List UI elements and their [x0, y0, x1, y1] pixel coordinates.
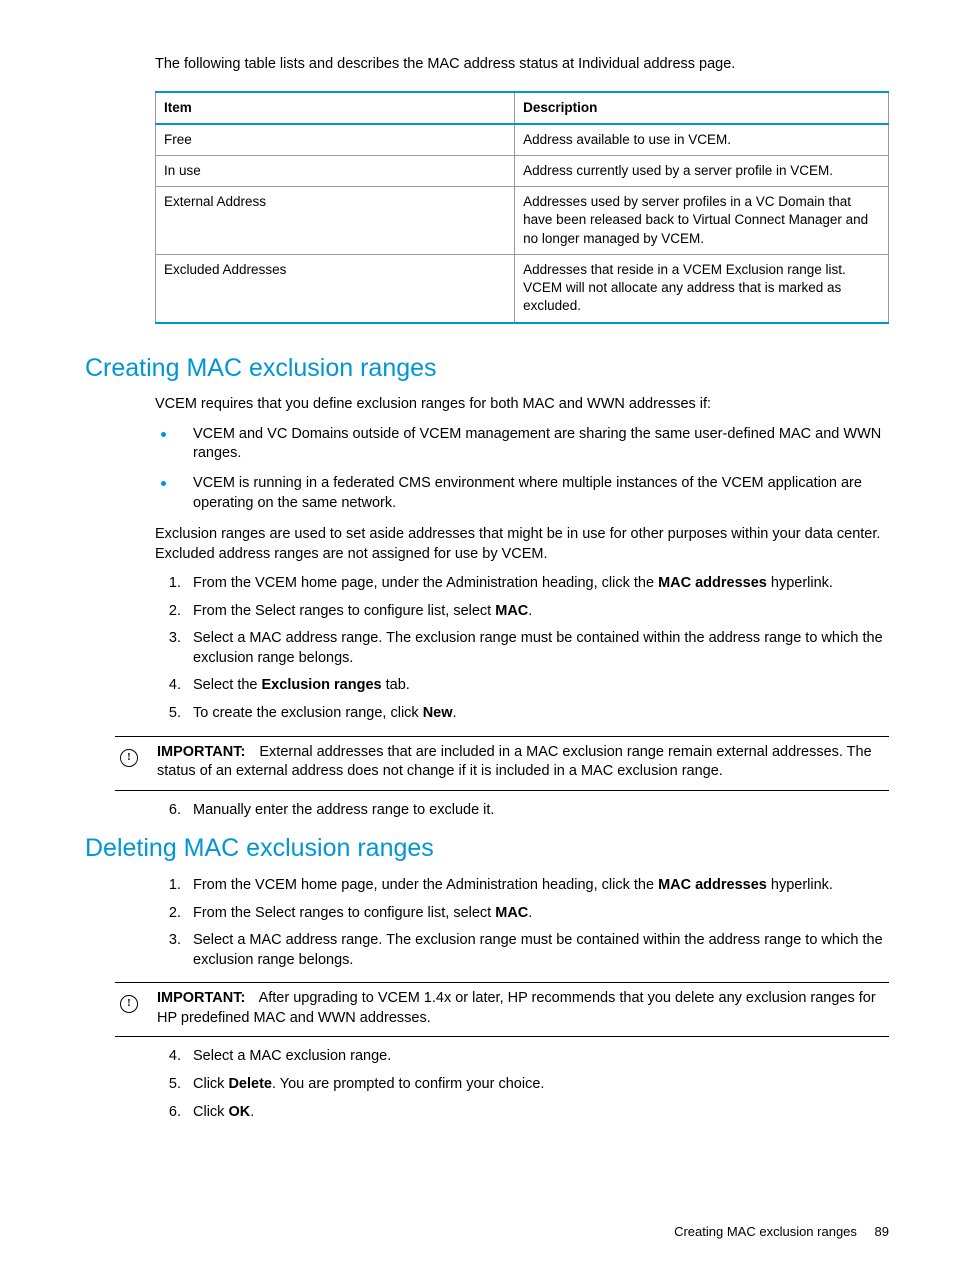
- step-text: Select a MAC address range. The exclusio…: [193, 932, 883, 968]
- cell-desc: Address available to use in VCEM.: [515, 124, 889, 156]
- important-text: After upgrading to VCEM 1.4x or later, H…: [157, 990, 876, 1026]
- step-item: 6. Manually enter the address range to e…: [155, 801, 889, 821]
- step-number: 2.: [155, 602, 181, 622]
- table-row: External Address Addresses used by serve…: [156, 187, 889, 255]
- step-text: hyperlink.: [767, 575, 833, 591]
- step-bold: OK: [228, 1104, 250, 1120]
- step-number: 6.: [155, 801, 181, 821]
- step-number: 3.: [155, 931, 181, 951]
- bullet-item: VCEM and VC Domains outside of VCEM mana…: [155, 425, 889, 464]
- step-bold: MAC addresses: [658, 877, 767, 893]
- cell-desc: Address currently used by a server profi…: [515, 156, 889, 187]
- step-text: Select a MAC exclusion range.: [193, 1048, 391, 1064]
- step-number: 4.: [155, 1047, 181, 1067]
- steps-list: 1. From the VCEM home page, under the Ad…: [155, 574, 889, 723]
- step-text: Click: [193, 1076, 228, 1092]
- step-item: 6. Click OK.: [155, 1103, 889, 1123]
- important-note: ! IMPORTANT: After upgrading to VCEM 1.4…: [115, 982, 889, 1037]
- table-header-item: Item: [156, 92, 515, 124]
- step-item: 2. From the Select ranges to configure l…: [155, 602, 889, 622]
- step-text: tab.: [382, 677, 410, 693]
- step-text: hyperlink.: [767, 877, 833, 893]
- document-page: The following table lists and describes …: [0, 0, 954, 1271]
- steps-list: 1. From the VCEM home page, under the Ad…: [155, 876, 889, 970]
- page-footer: Creating MAC exclusion ranges 89: [674, 1223, 889, 1241]
- bullet-list: VCEM and VC Domains outside of VCEM mana…: [155, 425, 889, 513]
- step-text: Manually enter the address range to excl…: [193, 802, 494, 818]
- section-lead: VCEM requires that you define exclusion …: [155, 395, 889, 415]
- step-text: .: [250, 1104, 254, 1120]
- footer-section-name: Creating MAC exclusion ranges: [674, 1224, 857, 1239]
- cell-item: External Address: [156, 187, 515, 255]
- cell-desc: Addresses that reside in a VCEM Exclusio…: [515, 254, 889, 322]
- step-text: From the VCEM home page, under the Admin…: [193, 575, 658, 591]
- table-row: In use Address currently used by a serve…: [156, 156, 889, 187]
- step-text: Click: [193, 1104, 228, 1120]
- step-bold: Exclusion ranges: [262, 677, 382, 693]
- intro-paragraph: The following table lists and describes …: [155, 55, 889, 75]
- important-label: IMPORTANT:: [157, 744, 245, 760]
- step-text: To create the exclusion range, click: [193, 705, 423, 721]
- important-note: ! IMPORTANT: External addresses that are…: [115, 736, 889, 791]
- table-row: Free Address available to use in VCEM.: [156, 124, 889, 156]
- step-text: From the VCEM home page, under the Admin…: [193, 877, 658, 893]
- step-number: 1.: [155, 574, 181, 594]
- step-bold: MAC: [495, 905, 528, 921]
- step-text: .: [528, 905, 532, 921]
- step-item: 1. From the VCEM home page, under the Ad…: [155, 876, 889, 896]
- status-table: Item Description Free Address available …: [155, 91, 889, 324]
- step-text: .: [528, 603, 532, 619]
- important-icon: !: [115, 745, 143, 767]
- page-number: 89: [875, 1224, 889, 1239]
- cell-item: Excluded Addresses: [156, 254, 515, 322]
- step-item: 4. Select a MAC exclusion range.: [155, 1047, 889, 1067]
- step-item: 5. Click Delete. You are prompted to con…: [155, 1075, 889, 1095]
- step-number: 5.: [155, 1075, 181, 1095]
- step-item: 4. Select the Exclusion ranges tab.: [155, 676, 889, 696]
- step-number: 2.: [155, 904, 181, 924]
- cell-desc: Addresses used by server profiles in a V…: [515, 187, 889, 255]
- cell-item: Free: [156, 124, 515, 156]
- step-bold: New: [423, 705, 453, 721]
- bullet-item: VCEM is running in a federated CMS envir…: [155, 474, 889, 513]
- step-number: 4.: [155, 676, 181, 696]
- step-text: . You are prompted to confirm your choic…: [272, 1076, 544, 1092]
- step-item: 1. From the VCEM home page, under the Ad…: [155, 574, 889, 594]
- step-number: 1.: [155, 876, 181, 896]
- step-item: 5. To create the exclusion range, click …: [155, 704, 889, 724]
- heading-deleting-mac-exclusion: Deleting MAC exclusion ranges: [85, 832, 889, 866]
- section-paragraph: Exclusion ranges are used to set aside a…: [155, 525, 889, 564]
- step-number: 3.: [155, 629, 181, 649]
- step-text: Select a MAC address range. The exclusio…: [193, 630, 883, 666]
- step-item: 3. Select a MAC address range. The exclu…: [155, 931, 889, 970]
- step-number: 6.: [155, 1103, 181, 1123]
- steps-list-cont: 4. Select a MAC exclusion range. 5. Clic…: [155, 1047, 889, 1122]
- step-item: 2. From the Select ranges to configure l…: [155, 904, 889, 924]
- step-text: Select the: [193, 677, 262, 693]
- table-header-description: Description: [515, 92, 889, 124]
- important-label: IMPORTANT:: [157, 990, 245, 1006]
- step-item: 3. Select a MAC address range. The exclu…: [155, 629, 889, 668]
- step-text: .: [453, 705, 457, 721]
- table-row: Excluded Addresses Addresses that reside…: [156, 254, 889, 322]
- important-icon: !: [115, 991, 143, 1013]
- heading-creating-mac-exclusion: Creating MAC exclusion ranges: [85, 352, 889, 386]
- step-text: From the Select ranges to configure list…: [193, 603, 495, 619]
- cell-item: In use: [156, 156, 515, 187]
- step-bold: MAC: [495, 603, 528, 619]
- important-text: External addresses that are included in …: [157, 744, 872, 780]
- step-bold: MAC addresses: [658, 575, 767, 591]
- step-bold: Delete: [228, 1076, 272, 1092]
- step-text: From the Select ranges to configure list…: [193, 905, 495, 921]
- steps-list-cont: 6. Manually enter the address range to e…: [155, 801, 889, 821]
- step-number: 5.: [155, 704, 181, 724]
